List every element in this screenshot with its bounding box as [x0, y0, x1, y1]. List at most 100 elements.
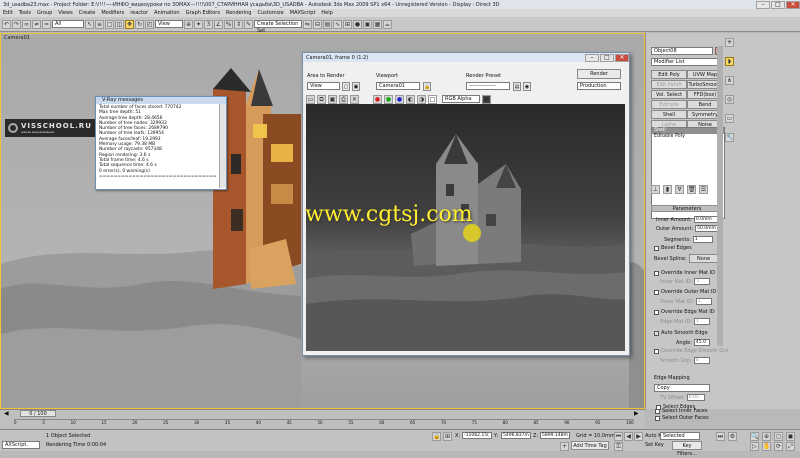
mirror-icon[interactable]: ⇋: [303, 19, 312, 29]
outer-amount-spinner[interactable]: 50.0mm: [695, 225, 720, 232]
viewport-dropdown[interactable]: Camera01: [376, 82, 420, 90]
edge-mapping-dropdown[interactable]: Copy: [654, 384, 710, 392]
render-preset-dropdown[interactable]: ---------------: [466, 82, 510, 90]
production-dropdown[interactable]: Production: [577, 82, 621, 90]
utilities-tab-icon[interactable]: 🔧: [725, 133, 734, 142]
bind-space-warp-icon[interactable]: ≈: [42, 19, 51, 29]
select-by-name-icon[interactable]: ≡: [95, 19, 104, 29]
remove-modifier-icon[interactable]: 🗑: [687, 185, 696, 194]
frame-close-button[interactable]: ✕: [615, 53, 629, 62]
green-channel-icon[interactable]: ●: [384, 95, 393, 104]
select-object-icon[interactable]: ↖: [85, 19, 94, 29]
command-panel-scrollbar[interactable]: [717, 46, 723, 346]
menu-animation[interactable]: Animation: [151, 10, 183, 16]
object-name-field[interactable]: Object08: [651, 47, 713, 55]
stack-item-editable-poly[interactable]: Editable Poly: [652, 134, 724, 140]
area-to-render-dropdown[interactable]: View: [307, 82, 340, 90]
time-slider-right-arrow-icon[interactable]: ▶: [634, 410, 639, 417]
inner-mat-id-spinner[interactable]: 1: [694, 278, 711, 285]
playback-prev-frame-icon[interactable]: ◀: [624, 432, 633, 441]
channel-dropdown[interactable]: RGB Alpha: [442, 95, 480, 103]
quick-render-icon[interactable]: ☕: [383, 19, 392, 29]
vray-title[interactable]: V-Ray messages: [96, 97, 226, 104]
menu-edit[interactable]: Edit: [0, 10, 16, 16]
override-inner-mat-checkbox[interactable]: [654, 270, 659, 276]
menu-graph-editors[interactable]: Graph Editors: [183, 10, 223, 16]
pin-stack-icon[interactable]: ⊥: [651, 185, 660, 194]
edge-mat-id-spinner[interactable]: 1: [694, 318, 711, 325]
alpha-channel-icon[interactable]: ◐: [406, 95, 415, 104]
snaps-toggle-icon[interactable]: 3: [204, 19, 213, 29]
menu-views[interactable]: Views: [55, 10, 75, 16]
play-next-key-icon[interactable]: ⏭: [716, 432, 725, 441]
link-icon[interactable]: ∞: [22, 19, 31, 29]
menu-tools[interactable]: Tools: [16, 10, 34, 16]
reference-coordinate-dropdown[interactable]: View: [155, 20, 183, 28]
edit-poly-button[interactable]: Edit Poly: [651, 70, 687, 79]
bevel-spline-none-button[interactable]: None: [688, 254, 719, 263]
bevel-edges-checkbox[interactable]: [654, 245, 659, 251]
select-and-rotate-icon[interactable]: ↻: [135, 19, 144, 29]
vray-messages-window[interactable]: V-Ray messages Total number of faces sto…: [95, 96, 227, 190]
add-time-tag-button[interactable]: Add Time Tag: [571, 441, 609, 450]
show-end-result-icon[interactable]: ▮: [663, 185, 672, 194]
make-unique-icon[interactable]: ∀: [675, 185, 684, 194]
time-slider-left-arrow-icon[interactable]: ◀: [4, 410, 9, 417]
clone-window-icon[interactable]: ▣: [328, 95, 337, 104]
maxscript-listener[interactable]: AXScript.: [2, 441, 40, 449]
render-setup-small-icon[interactable]: ▤: [513, 82, 521, 91]
configure-modifier-sets-icon[interactable]: ☰: [699, 185, 708, 194]
named-selection-set-dropdown[interactable]: Create Selection Set: [254, 20, 302, 34]
copy-image-icon[interactable]: ⧉: [317, 95, 326, 104]
undo-icon[interactable]: ↶: [2, 19, 11, 29]
rectangular-selection-icon[interactable]: □: [105, 19, 114, 29]
z-coordinate-field[interactable]: 5899.148m: [540, 432, 570, 439]
close-button[interactable]: ✕: [786, 0, 800, 9]
override-edge-mat-checkbox[interactable]: [654, 309, 659, 315]
motion-tab-icon[interactable]: ◎: [725, 95, 734, 104]
render-setup-icon[interactable]: ▣: [363, 19, 372, 29]
vol-select-button[interactable]: Vol. Select: [651, 90, 687, 99]
frame-minimize-button[interactable]: –: [585, 53, 599, 62]
create-tab-icon[interactable]: ✳: [725, 38, 734, 47]
shell-button[interactable]: Shell: [651, 110, 687, 119]
menu-help[interactable]: Help: [318, 10, 335, 16]
key-filters-button[interactable]: Key Filters...: [672, 441, 702, 457]
clear-icon[interactable]: ✕: [350, 95, 359, 104]
smooth-group-spinner[interactable]: 0: [693, 357, 710, 364]
align-icon[interactable]: ⊟: [313, 19, 322, 29]
menu-reactor[interactable]: reactor: [127, 10, 151, 16]
print-icon[interactable]: ⎙: [339, 95, 348, 104]
save-image-icon[interactable]: ▭: [306, 95, 315, 104]
outer-mat-id-spinner[interactable]: 1: [695, 298, 712, 305]
menu-modifiers[interactable]: Modifiers: [98, 10, 127, 16]
zoom-icon[interactable]: 🔍: [750, 432, 759, 441]
parameters-rollout-header[interactable]: Parameters: [651, 205, 723, 212]
frame-maximize-button[interactable]: □: [600, 53, 614, 62]
menu-maxscript[interactable]: MAXScript: [287, 10, 319, 16]
playback-play-icon[interactable]: ▶: [634, 432, 643, 441]
schematic-view-icon[interactable]: ⊞: [343, 19, 352, 29]
playback-go-start-icon[interactable]: ⏮: [614, 432, 623, 441]
manipulate-icon[interactable]: ✦: [194, 19, 203, 29]
unlink-icon[interactable]: ≠: [32, 19, 41, 29]
set-key-label[interactable]: Set Key: [645, 442, 664, 448]
select-and-move-icon[interactable]: ✥: [125, 19, 134, 29]
absolute-mode-icon[interactable]: ⊞: [443, 432, 452, 441]
rendered-frame-window-icon[interactable]: ▦: [373, 19, 382, 29]
zoom-extents-all-icon[interactable]: ◼: [786, 432, 795, 441]
layer-manager-icon[interactable]: ▤: [323, 19, 332, 29]
time-slider[interactable]: 0 / 100: [20, 410, 56, 417]
blue-channel-icon[interactable]: ●: [395, 95, 404, 104]
menu-rendering[interactable]: Rendering: [223, 10, 255, 16]
minimize-button[interactable]: –: [756, 0, 770, 9]
edit-patch-button[interactable]: Edit Patch: [651, 80, 687, 89]
override-outer-mat-checkbox[interactable]: [654, 289, 659, 295]
select-and-scale-icon[interactable]: ◰: [145, 19, 154, 29]
curve-editor-icon[interactable]: ∿: [333, 19, 342, 29]
zoom-extents-icon[interactable]: ◻: [774, 432, 783, 441]
lock-selection-icon[interactable]: 🔒: [432, 432, 441, 441]
select-outer-faces-checkbox[interactable]: [655, 415, 660, 421]
angle-snap-icon[interactable]: ∠: [214, 19, 223, 29]
spinner-snap-icon[interactable]: ⇕: [234, 19, 243, 29]
